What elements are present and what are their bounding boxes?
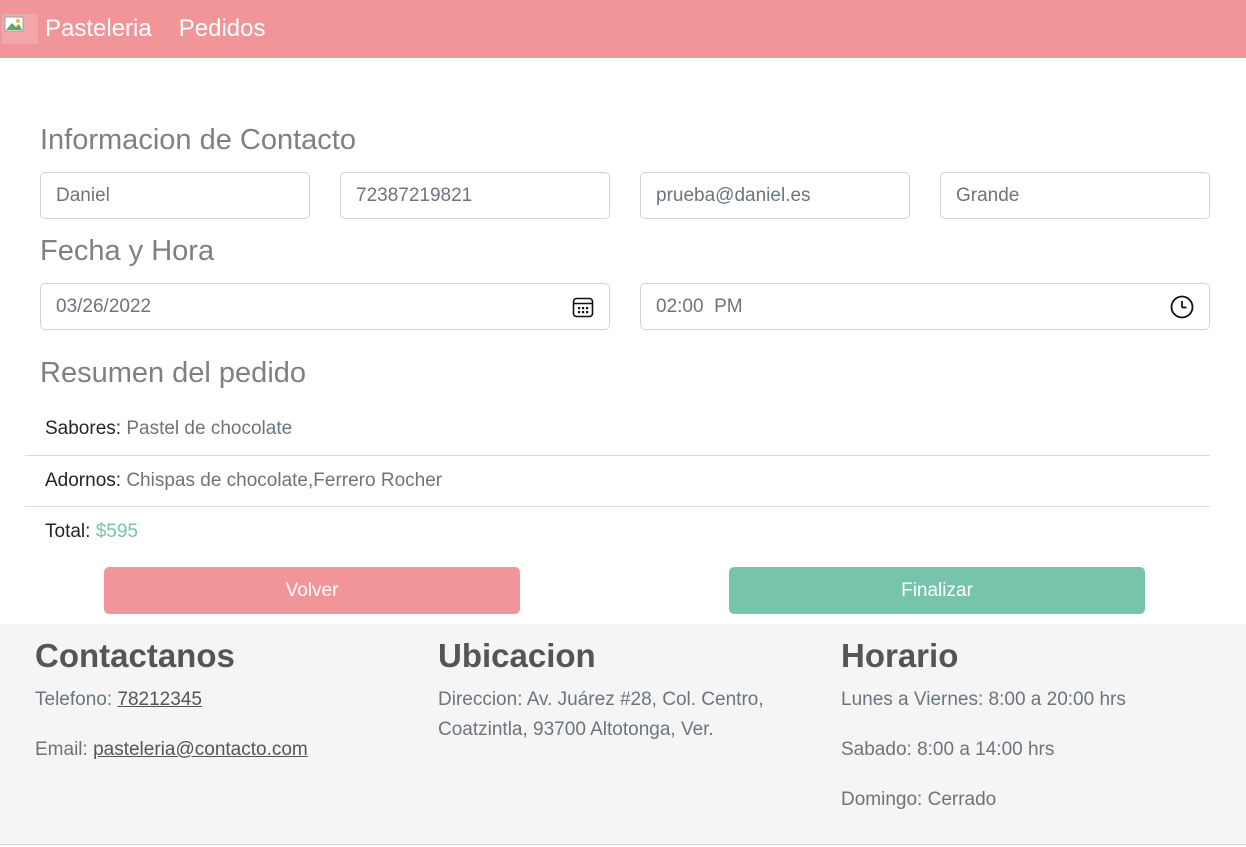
footer-location-column: Ubicacion Direccion: Av. Juárez #28, Col… [438, 624, 764, 745]
datetime-section-title: Fecha y Hora [40, 235, 215, 267]
email-value: prueba@daniel.es [656, 184, 811, 206]
summary-toppings-row: Adornos: Chispas de chocolate,Ferrero Ro… [25, 470, 1210, 492]
footer-phone: Telefono: 78212345 [35, 685, 308, 715]
toppings-label: Adornos: [45, 470, 122, 491]
footer-hours-title: Horario [841, 637, 959, 674]
phone-value: 72387219821 [356, 184, 473, 206]
footer-hours-saturday: Sabado: 8:00 a 14:00 hrs [841, 739, 1055, 760]
footer-address-line1: Direccion: Av. Juárez #28, Col. Centro, [438, 689, 764, 710]
broken-image-icon[interactable] [2, 14, 38, 44]
summary-total-row: Total: $595 [25, 521, 1210, 543]
footer-hours-column: Horario Lunes a Viernes: 8:00 a 20:00 hr… [841, 624, 1126, 815]
footer-contact-title: Contactanos [35, 637, 235, 674]
flavors-label: Sabores: [45, 418, 122, 439]
footer-email: Email: pasteleria@contacto.com [35, 735, 308, 765]
name-value: Daniel [56, 184, 110, 206]
contact-section-title: Informacion de Contacto [40, 124, 356, 156]
back-button[interactable]: Volver [104, 567, 520, 614]
time-value: 02:00 PM [656, 295, 743, 317]
date-field[interactable]: 03/26/2022 [40, 283, 610, 330]
finish-button[interactable]: Finalizar [729, 567, 1145, 614]
footer-address-line2: Coatzintla, 93700 Altotonga, Ver. [438, 719, 714, 740]
summary-section-title: Resumen del pedido [40, 357, 307, 389]
time-field[interactable]: 02:00 PM [640, 283, 1210, 330]
footer-email-label: Email: [35, 739, 88, 760]
footer-location-title: Ubicacion [438, 637, 596, 674]
phone-field[interactable]: 72387219821 [340, 172, 610, 219]
total-label: Total: [45, 521, 91, 542]
footer-phone-label: Telefono: [35, 689, 113, 710]
footer-hours-sunday: Domingo: Cerrado [841, 789, 997, 810]
size-field[interactable]: Grande [940, 172, 1210, 219]
toppings-value: Chispas de chocolate,Ferrero Rocher [126, 470, 443, 491]
total-value: $595 [95, 521, 138, 542]
size-value: Grande [956, 184, 1020, 206]
flavors-value: Pastel de chocolate [126, 418, 293, 439]
name-field[interactable]: Daniel [40, 172, 310, 219]
navbar: Pasteleria Pedidos [0, 0, 1246, 58]
calendar-icon[interactable] [572, 296, 594, 318]
nav-brand-link[interactable]: Pasteleria [45, 15, 152, 43]
summary-divider [25, 506, 1210, 507]
summary-flavors-row: Sabores: Pastel de chocolate [25, 418, 1210, 440]
summary-divider [25, 455, 1210, 456]
footer-hours-weekdays: Lunes a Viernes: 8:00 a 20:00 hrs [841, 689, 1126, 710]
nav-orders-link[interactable]: Pedidos [179, 15, 266, 43]
email-field[interactable]: prueba@daniel.es [640, 172, 910, 219]
footer-contact-column: Contactanos Telefono: 78212345 Email: pa… [35, 624, 308, 765]
footer-email-link[interactable]: pasteleria@contacto.com [93, 739, 308, 760]
footer-phone-link[interactable]: 78212345 [117, 689, 202, 710]
clock-icon[interactable] [1170, 295, 1194, 319]
footer: Contactanos Telefono: 78212345 Email: pa… [0, 624, 1246, 845]
date-value: 03/26/2022 [56, 295, 152, 317]
